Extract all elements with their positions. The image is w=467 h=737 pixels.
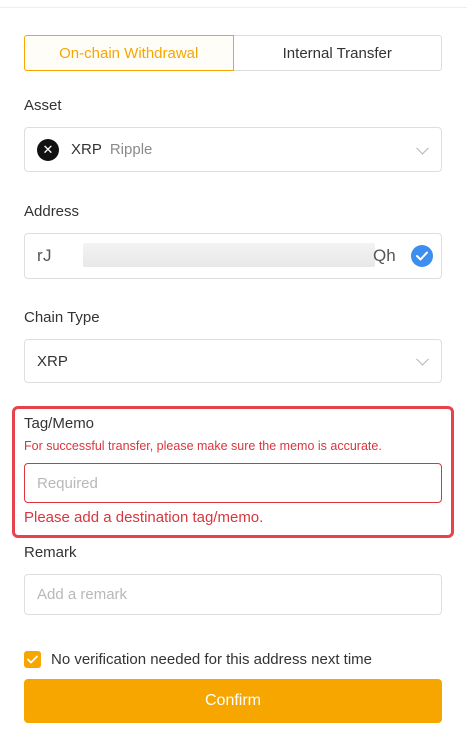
chain-type-value: XRP bbox=[37, 352, 68, 370]
memo-note: For successful transfer, please make sur… bbox=[24, 439, 382, 453]
verification-checkbox[interactable] bbox=[24, 651, 41, 668]
tab-on-chain-withdrawal[interactable]: On-chain Withdrawal bbox=[24, 35, 234, 71]
confirm-button[interactable]: Confirm bbox=[24, 679, 442, 723]
chain-type-select[interactable]: XRP bbox=[24, 339, 442, 383]
xrp-coin-icon: ✕ bbox=[37, 138, 59, 161]
chevron-down-icon bbox=[416, 141, 429, 155]
remark-label: Remark bbox=[24, 544, 77, 561]
address-redaction bbox=[83, 243, 375, 267]
memo-placeholder: Required bbox=[37, 474, 98, 492]
address-input[interactable]: rJ Qh bbox=[24, 233, 442, 279]
memo-error-message: Please add a destination tag/memo. bbox=[24, 509, 264, 526]
remark-placeholder: Add a remark bbox=[37, 586, 128, 603]
verification-option: No verification needed for this address … bbox=[24, 651, 372, 668]
tab-internal-transfer[interactable]: Internal Transfer bbox=[233, 35, 442, 71]
asset-label: Asset bbox=[24, 97, 62, 114]
remark-input[interactable]: Add a remark bbox=[24, 574, 442, 615]
asset-name: Ripple bbox=[109, 141, 153, 158]
address-value-end: Qh bbox=[373, 246, 396, 265]
withdraw-tabs: On-chain Withdrawal Internal Transfer bbox=[24, 35, 442, 71]
chevron-down-icon bbox=[416, 352, 429, 366]
memo-label: Tag/Memo bbox=[24, 415, 95, 432]
address-value-start: rJ bbox=[37, 246, 52, 265]
address-label: Address bbox=[24, 203, 80, 220]
asset-select[interactable]: ✕ XRP Ripple bbox=[24, 127, 442, 172]
verification-label: No verification needed for this address … bbox=[51, 651, 372, 668]
check-circle-icon bbox=[411, 245, 433, 267]
top-divider bbox=[0, 7, 467, 8]
chain-type-label: Chain Type bbox=[24, 309, 100, 326]
asset-symbol: XRP bbox=[71, 141, 102, 158]
memo-input[interactable]: Required bbox=[24, 463, 442, 503]
checkmark-icon bbox=[27, 655, 38, 664]
